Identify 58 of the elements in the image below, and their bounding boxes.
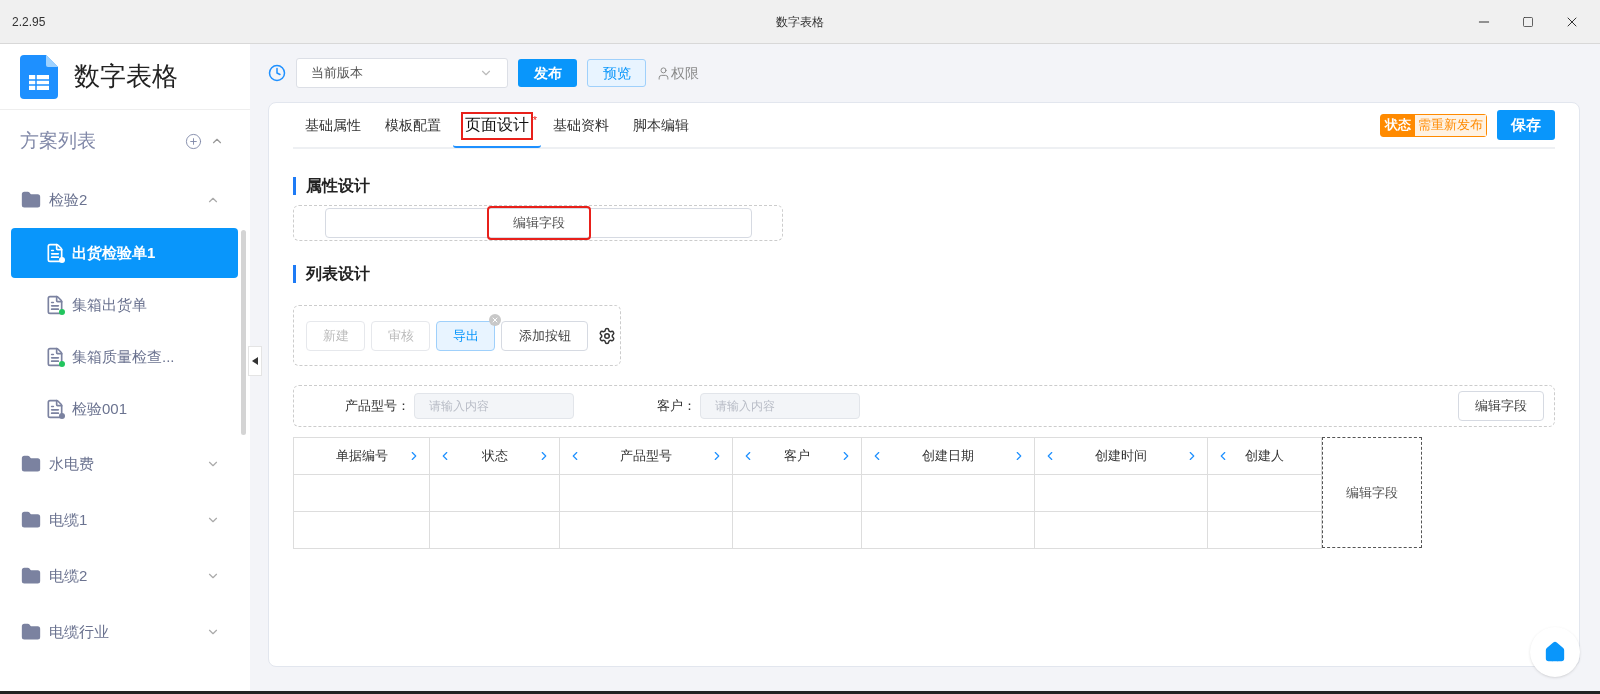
status-value: 需重新发布 (1415, 114, 1486, 136)
edit-fields-button[interactable]: 编辑字段 (1458, 391, 1544, 421)
column-header: 客户 (732, 437, 862, 475)
sidebar-title: 方案列表 (20, 128, 96, 153)
permissions-link[interactable]: 权限 (656, 62, 699, 84)
list-action-button[interactable]: 添加按钮 (501, 320, 588, 351)
home-icon (1544, 641, 1566, 663)
folder-item[interactable]: 检验2 (0, 172, 238, 228)
collapse-handle[interactable] (248, 346, 262, 376)
edit-fields-button[interactable]: 编辑字段 (325, 208, 752, 238)
version-text: 2.2.95 (12, 13, 46, 31)
preview-button[interactable]: 预览 (587, 59, 646, 87)
settings-icon[interactable] (598, 326, 616, 345)
section-title: 列表设计 (293, 265, 1555, 283)
modified-mark: * (532, 113, 537, 128)
spreadsheet-logo-icon (20, 54, 58, 99)
tab[interactable]: 脚本编辑 (621, 103, 701, 147)
sidebar-item[interactable]: 检验001 (11, 384, 238, 434)
sidebar-item[interactable]: 集箱出货单 (11, 280, 238, 330)
tab[interactable]: 模板配置 (373, 103, 453, 147)
filter-label: 客户： (656, 397, 696, 416)
list-action-button[interactable]: 导出 (436, 320, 495, 351)
status-label: 状态 (1381, 114, 1415, 136)
folder-icon (21, 190, 41, 210)
user-icon (656, 65, 671, 81)
scrollbar[interactable] (241, 230, 246, 435)
folder-item[interactable]: 水电费 (0, 436, 238, 492)
folder-item[interactable]: 电缆1 (0, 492, 238, 548)
column-header: 产品型号 (559, 437, 733, 475)
edit-fields-button[interactable]: 编辑字段 (1322, 437, 1422, 548)
column-header: 创建人 (1207, 437, 1322, 475)
publish-button[interactable]: 发布 (518, 59, 577, 87)
folder-icon (21, 510, 41, 530)
app-name: 数字表格 (74, 60, 178, 93)
filter-label: 产品型号： (344, 397, 410, 416)
column-header: 创建时间 (1034, 437, 1208, 475)
restore-icon[interactable] (1522, 15, 1534, 28)
left-triangle-icon (252, 357, 258, 365)
history-icon[interactable] (268, 64, 286, 82)
window-title: 数字表格 (776, 13, 824, 31)
column-header: 创建日期 (861, 437, 1035, 475)
add-icon[interactable] (185, 132, 202, 150)
save-button[interactable]: 保存 (1497, 110, 1555, 140)
tab[interactable]: 页面设计 * (453, 104, 541, 148)
tab[interactable]: 基础资料 (541, 103, 621, 147)
folder-item[interactable]: 电缆2 (0, 548, 238, 604)
folder-item[interactable]: 电缆行业 (0, 604, 238, 660)
folder-icon (21, 454, 41, 474)
tab[interactable]: 基础属性 (293, 103, 373, 147)
sidebar-item[interactable]: 出货检验单1 (11, 228, 238, 278)
folder-icon (21, 622, 41, 642)
column-header: 状态 (429, 437, 560, 475)
section-title: 属性设计 (293, 177, 1555, 195)
version-select[interactable]: 当前版本 (296, 58, 508, 88)
remove-icon[interactable] (489, 313, 501, 326)
column-header: 单据编号 (293, 437, 430, 475)
sidebar-item[interactable]: 集箱质量检查... (11, 332, 238, 382)
folder-icon (21, 566, 41, 586)
